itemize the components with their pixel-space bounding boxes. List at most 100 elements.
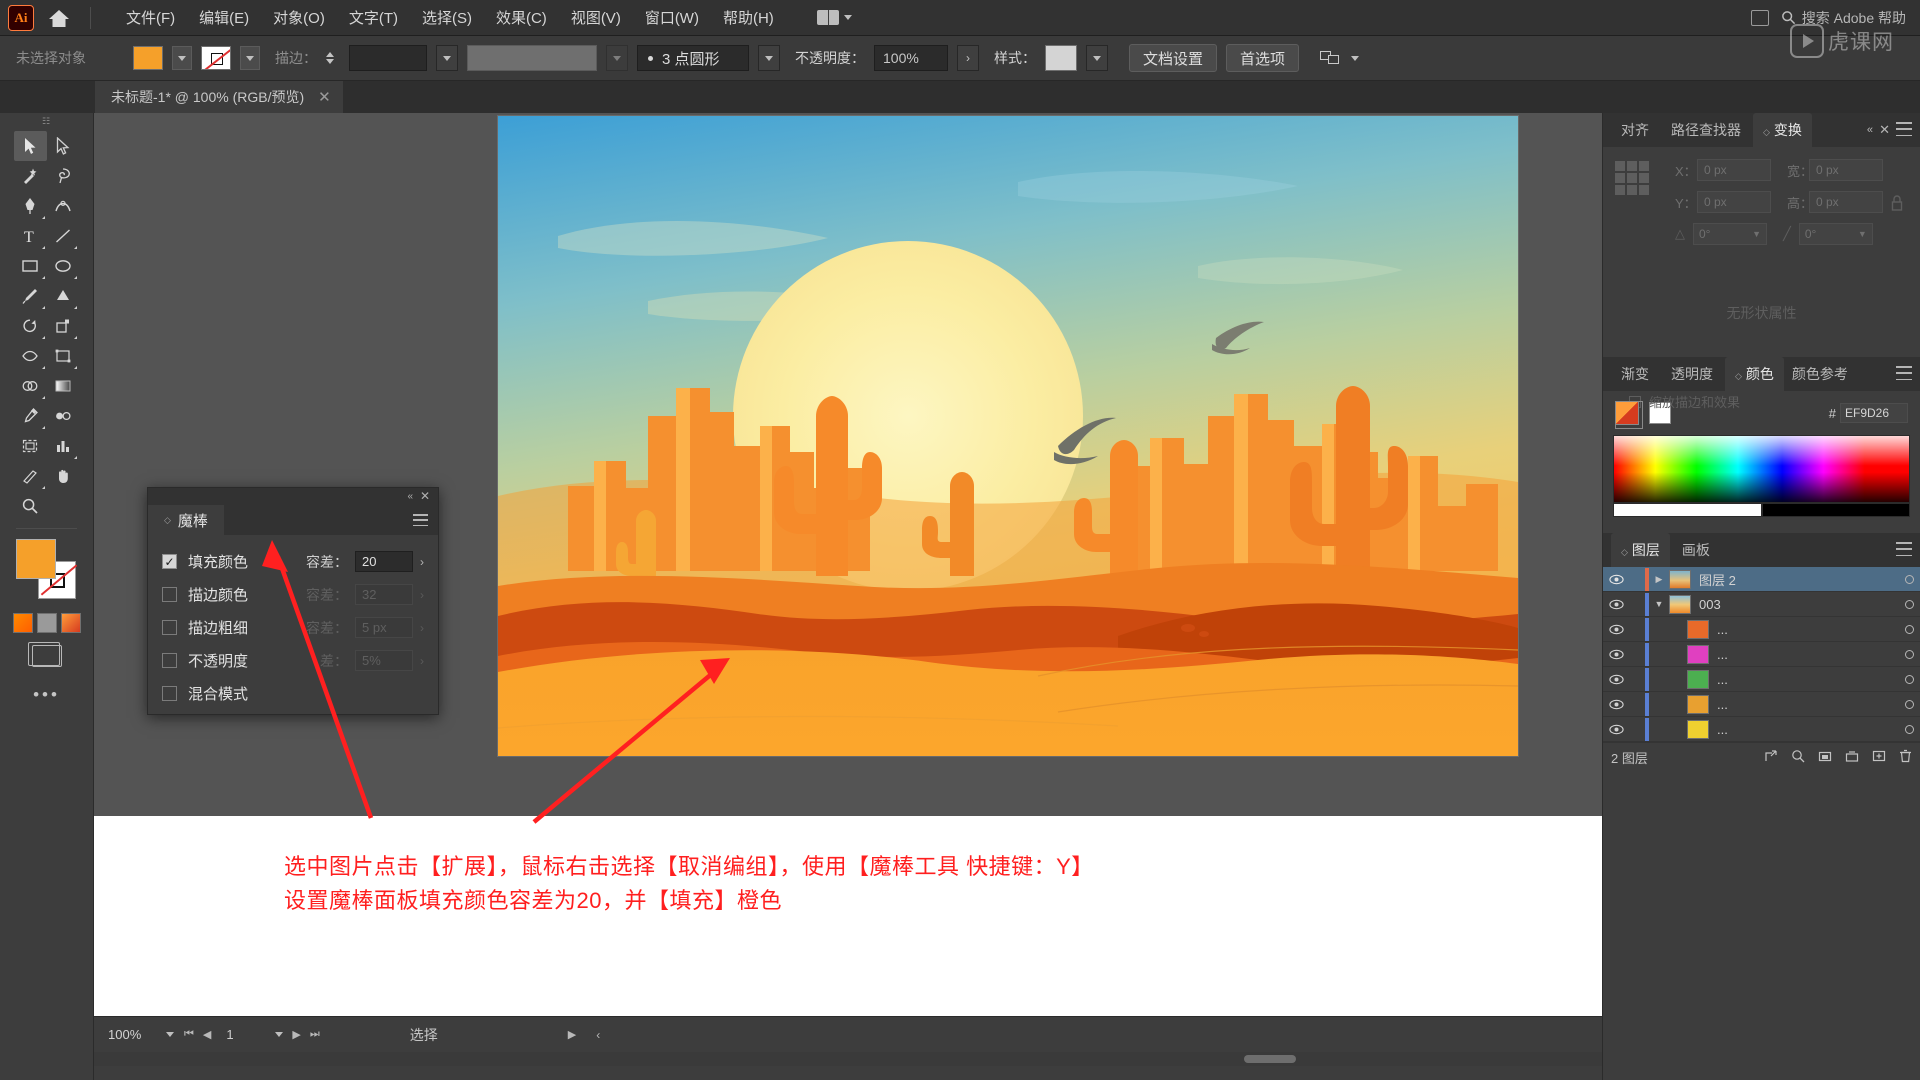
tab-magic-wand[interactable]: ◇ 魔棒 xyxy=(148,505,224,535)
stroke-weight-dropdown[interactable] xyxy=(436,45,458,71)
free-transform-tool[interactable] xyxy=(47,341,80,371)
table-row[interactable]: ... xyxy=(1603,717,1920,742)
fill-color-swatch[interactable] xyxy=(133,46,163,70)
line-segment-tool[interactable] xyxy=(47,221,80,251)
layer-name[interactable]: ... xyxy=(1717,722,1905,737)
magic-wand-panel[interactable]: « ✕ ◇ 魔棒 ✓ 填充颜色 容差： 20 › ✓ 描边颜色 xyxy=(147,487,439,715)
width-tool[interactable] xyxy=(14,341,47,371)
option-row-blending-mode[interactable]: ✓ 混合模式 xyxy=(162,677,424,710)
stroke-color-swatch[interactable] xyxy=(201,46,231,70)
next-artboard-icon[interactable]: ▶ xyxy=(292,1028,300,1041)
visibility-eye-icon[interactable] xyxy=(1603,649,1629,660)
color-button[interactable] xyxy=(12,613,33,633)
arrange-documents-icon[interactable] xyxy=(1750,9,1769,26)
tab-color-guide[interactable]: 颜色参考 xyxy=(1786,357,1858,391)
slice-tool[interactable] xyxy=(14,461,47,491)
artboard[interactable] xyxy=(498,116,1518,756)
width-input[interactable]: 0 px xyxy=(1809,159,1883,181)
panel-menu-icon[interactable] xyxy=(413,514,428,526)
close-icon[interactable]: ✕ xyxy=(1879,122,1890,138)
gradient-button[interactable] xyxy=(36,613,57,633)
graphic-style-swatch[interactable] xyxy=(1045,45,1077,71)
document-setup-button[interactable]: 文档设置 xyxy=(1129,44,1218,72)
scale-tool[interactable] xyxy=(47,311,80,341)
ellipse-tool[interactable] xyxy=(47,251,80,281)
stroke-weight-flyout-icon[interactable]: › xyxy=(420,621,424,635)
direct-selection-tool[interactable] xyxy=(47,131,80,161)
target-indicator-icon[interactable] xyxy=(1905,724,1914,734)
chevron-down-icon[interactable] xyxy=(1351,55,1360,61)
tab-transparency[interactable]: 透明度 xyxy=(1661,357,1723,391)
chevron-down-icon[interactable] xyxy=(166,1032,174,1037)
menu-file[interactable]: 文件(F) xyxy=(115,3,186,32)
stroke-tolerance-input[interactable]: 32 xyxy=(355,584,413,605)
tab-layers[interactable]: ◇ 图层 xyxy=(1611,533,1670,567)
reference-point-selector[interactable] xyxy=(1615,161,1649,195)
tab-color[interactable]: ◇ 颜色 xyxy=(1725,357,1784,391)
create-sublayer-icon[interactable] xyxy=(1845,749,1859,766)
chevron-down-icon[interactable] xyxy=(275,1032,284,1037)
target-indicator-icon[interactable] xyxy=(1905,649,1914,659)
close-icon[interactable]: ✕ xyxy=(420,489,430,503)
visibility-eye-icon[interactable] xyxy=(1603,599,1629,610)
status-flyout-icon[interactable]: ▶ xyxy=(568,1028,576,1041)
layer-name[interactable]: ... xyxy=(1717,697,1905,712)
zoom-level-control[interactable]: 100% xyxy=(108,1023,174,1046)
fill-stroke-indicator[interactable] xyxy=(15,539,78,599)
curvature-tool[interactable] xyxy=(47,191,80,221)
target-indicator-icon[interactable] xyxy=(1905,599,1914,609)
visibility-eye-icon[interactable] xyxy=(1603,674,1629,685)
magic-wand-title-bar[interactable]: « ✕ xyxy=(148,488,438,505)
selection-tool[interactable] xyxy=(14,131,47,161)
opacity-checkbox[interactable]: ✓ xyxy=(162,653,177,668)
blend-tool[interactable] xyxy=(47,401,80,431)
menu-help[interactable]: 帮助(H) xyxy=(712,3,785,32)
blending-mode-checkbox[interactable]: ✓ xyxy=(162,686,177,701)
workspace-switcher[interactable] xyxy=(811,7,858,28)
fill-tolerance-input[interactable]: 20 xyxy=(355,551,413,572)
color-spectrum-bar[interactable] xyxy=(1613,435,1910,503)
pen-tool[interactable] xyxy=(14,191,47,221)
black-end-swatch[interactable] xyxy=(1761,503,1910,517)
menu-select[interactable]: 选择(S) xyxy=(411,3,483,32)
stroke-weight-input[interactable] xyxy=(349,45,427,71)
table-row[interactable]: ... xyxy=(1603,642,1920,667)
home-icon[interactable] xyxy=(44,3,74,33)
last-artboard-icon[interactable]: ⏭ xyxy=(310,1028,320,1041)
stroke-color-checkbox[interactable]: ✓ xyxy=(162,587,177,602)
scrollbar-thumb[interactable] xyxy=(1244,1055,1296,1063)
target-indicator-icon[interactable] xyxy=(1905,574,1914,584)
magic-wand-tool[interactable] xyxy=(14,161,47,191)
table-row[interactable]: ... xyxy=(1603,692,1920,717)
edit-toolbar-icon[interactable]: ••• xyxy=(0,685,93,705)
visibility-eye-icon[interactable] xyxy=(1603,574,1629,585)
artboard-tool[interactable] xyxy=(14,431,47,461)
option-row-fill-color[interactable]: ✓ 填充颜色 容差： 20 › xyxy=(162,545,424,578)
table-row[interactable]: ... xyxy=(1603,617,1920,642)
panel-menu-icon[interactable] xyxy=(1896,542,1912,556)
stroke-weight-stepper[interactable] xyxy=(326,52,340,64)
document-tab[interactable]: 未标题-1* @ 100% (RGB/预览) ✕ xyxy=(95,81,343,113)
y-input[interactable]: 0 px xyxy=(1697,191,1771,213)
fill-color-checkbox[interactable]: ✓ xyxy=(162,554,177,569)
menu-view[interactable]: 视图(V) xyxy=(560,3,632,32)
tab-pathfinder[interactable]: 路径查找器 xyxy=(1661,113,1751,147)
status-resize-icon[interactable]: ‹ xyxy=(596,1028,600,1042)
variable-width-profile-field[interactable] xyxy=(467,45,597,71)
horizontal-scrollbar[interactable] xyxy=(94,1052,1602,1066)
release-to-layers-icon[interactable] xyxy=(1764,749,1778,766)
align-objects-icon[interactable] xyxy=(1320,48,1342,68)
delete-layer-icon[interactable] xyxy=(1899,749,1912,766)
layer-name[interactable]: ... xyxy=(1717,622,1905,637)
table-row[interactable]: ▼ 003 xyxy=(1603,592,1920,617)
panel-menu-icon[interactable] xyxy=(1896,122,1912,136)
tab-transform[interactable]: ◇ 变换 xyxy=(1753,113,1812,147)
brush-definition-dropdown[interactable] xyxy=(758,45,780,71)
menu-window[interactable]: 窗口(W) xyxy=(634,3,710,32)
rectangle-tool[interactable] xyxy=(14,251,47,281)
paintbrush-tool[interactable] xyxy=(14,281,47,311)
variable-width-dropdown[interactable] xyxy=(606,45,628,71)
tab-align[interactable]: 对齐 xyxy=(1611,113,1659,147)
fill-swatch-dropdown[interactable] xyxy=(172,46,192,70)
expand-chevron-icon[interactable]: ▼ xyxy=(1649,599,1669,609)
